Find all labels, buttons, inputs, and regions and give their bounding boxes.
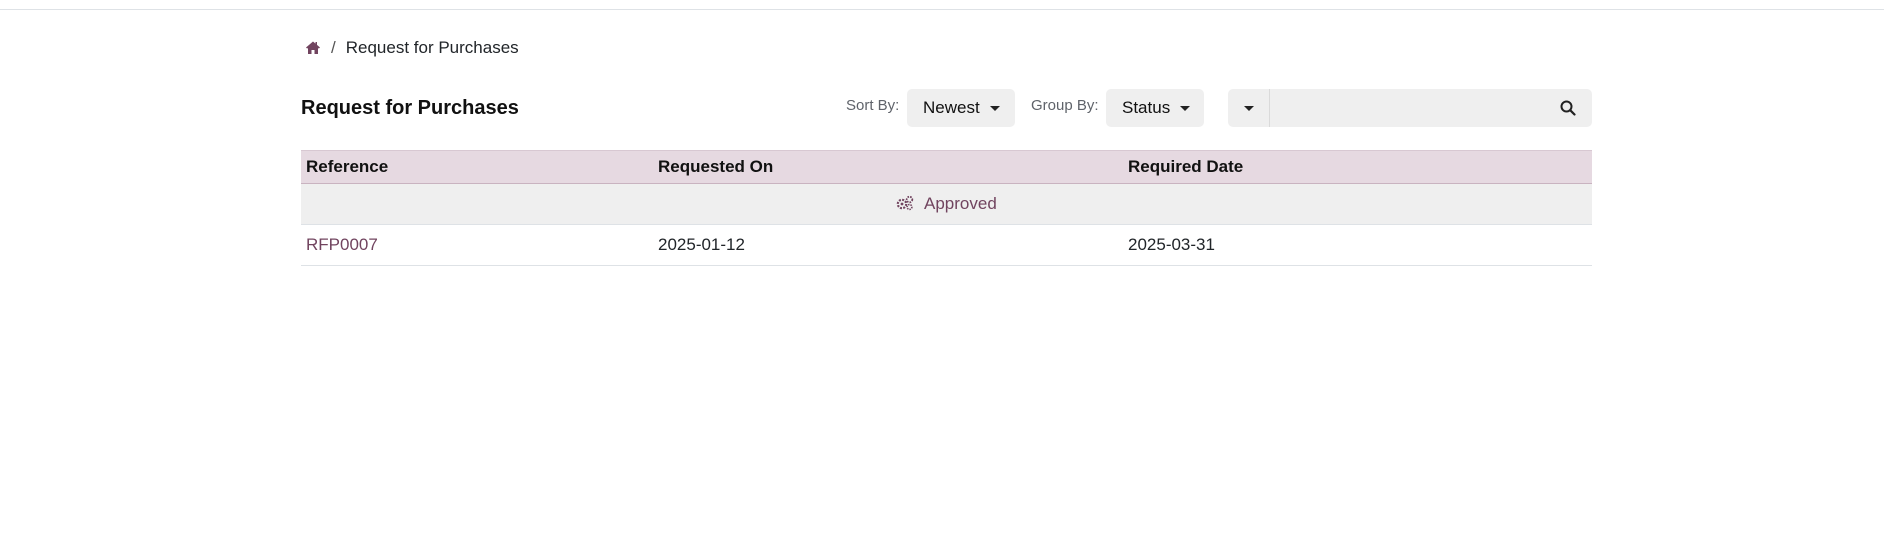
reference-cell: RFP0007 (301, 224, 653, 266)
search-icon (1560, 100, 1576, 116)
breadcrumb-current: Request for Purchases (345, 38, 519, 57)
rfp-table: Reference Requested On Required Date App… (301, 150, 1592, 266)
group-by-value: Status (1122, 98, 1171, 117)
caret-down-icon (1180, 105, 1191, 111)
search-button[interactable] (1544, 89, 1592, 127)
column-header-reference[interactable]: Reference (301, 150, 653, 184)
search-bar (1228, 89, 1592, 127)
page-title: Request for Purchases (301, 97, 519, 119)
search-input[interactable] (1270, 89, 1544, 127)
caret-down-icon (989, 105, 1000, 111)
column-header-required-date[interactable]: Required Date (1123, 150, 1592, 184)
sort-by-value: Newest (923, 98, 980, 117)
column-header-requested-on[interactable]: Requested On (653, 150, 1123, 184)
top-navbar (0, 0, 1884, 10)
requested-on-cell: 2025-01-12 (653, 224, 1123, 266)
required-date-cell: 2025-03-31 (1123, 224, 1592, 266)
group-by-label: Group By: (1031, 97, 1099, 114)
table-row: RFP0007 2025-01-12 2025-03-31 (301, 224, 1592, 266)
group-row-approved[interactable]: Approved (301, 183, 1592, 225)
sort-by-label: Sort By: (846, 97, 900, 114)
breadcrumb: / Request for Purchases (305, 38, 519, 58)
reference-link[interactable]: RFP0007 (306, 235, 378, 254)
group-cell: Approved (301, 183, 1592, 225)
table-header-row: Reference Requested On Required Date (301, 150, 1592, 184)
breadcrumb-separator: / (331, 38, 336, 57)
sort-by-dropdown[interactable]: Newest (907, 89, 1015, 127)
caret-down-icon (1243, 105, 1254, 111)
group-label: Approved (924, 194, 997, 213)
search-filter-dropdown[interactable] (1228, 89, 1270, 127)
group-by-dropdown[interactable]: Status (1106, 89, 1204, 127)
home-icon[interactable] (305, 40, 321, 56)
list-header: Request for Purchases Sort By: Newest Gr… (301, 89, 1592, 127)
gears-icon (896, 195, 914, 211)
